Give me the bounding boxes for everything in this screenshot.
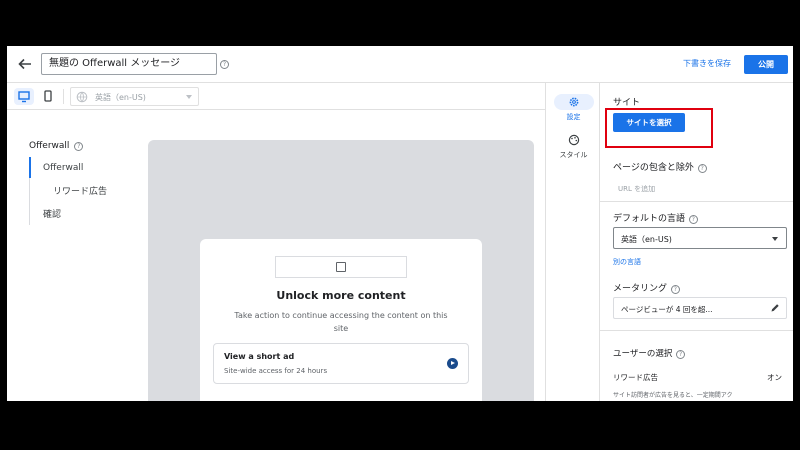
save-draft-button[interactable]: 下書きを保存 — [683, 58, 731, 69]
default-language-select[interactable]: 英語（en-US) — [613, 227, 787, 249]
card-description: Take action to continue accessing the co… — [234, 311, 448, 333]
gear-icon — [569, 97, 578, 107]
divider — [600, 330, 793, 331]
app-window: 無題の Offerwall メッセージ ? 下書きを保存 公開 英語（en-US… — [7, 46, 793, 401]
metering-title: メータリング ? — [613, 281, 680, 294]
help-icon[interactable]: ? — [670, 285, 680, 294]
user-choice-title: ユーザーの選択 ? — [613, 347, 686, 359]
preview-language-select[interactable]: 英語（en-US) — [70, 87, 199, 106]
nav-active-indicator — [29, 157, 31, 178]
other-language-link[interactable]: 別の言語 — [613, 257, 641, 267]
mobile-icon — [44, 90, 52, 102]
help-icon[interactable]: ? — [688, 215, 698, 224]
settings-rail: 設定 スタイル — [545, 83, 600, 401]
offerwall-card: Unlock more content Take action to conti… — [200, 239, 482, 401]
nav-title-label: Offerwall — [29, 141, 70, 151]
highlight-box — [605, 108, 713, 148]
page-include-label: ページの包含と除外 — [613, 163, 694, 173]
image-placeholder[interactable] — [275, 256, 407, 278]
rewarded-ads-status[interactable]: オン — [767, 372, 782, 383]
help-icon[interactable]: ? — [676, 350, 686, 359]
default-language-label: デフォルトの言語 — [613, 214, 686, 224]
settings-tab-pill — [553, 94, 594, 110]
toolbar-divider — [63, 89, 64, 104]
mobile-view-button[interactable] — [41, 88, 55, 105]
chevron-down-icon — [186, 95, 192, 99]
metering-label: メータリング — [613, 284, 668, 294]
default-language-value: 英語（en-US) — [621, 235, 672, 244]
style-tab-pill — [554, 132, 594, 148]
default-language-title: デフォルトの言語 ? — [613, 211, 698, 224]
desktop-view-button[interactable] — [14, 88, 34, 105]
image-icon — [336, 262, 346, 272]
metering-value: ページビューが 4 回を超... — [621, 305, 713, 314]
style-tab-label: スタイル — [559, 151, 588, 159]
card-title: Unlock more content — [276, 289, 406, 302]
nav-item-rewarded-ads[interactable]: リワード広告 — [53, 184, 107, 197]
preview-toolbar: 英語（en-US) — [7, 83, 545, 110]
message-title-input[interactable]: 無題の Offerwall メッセージ — [41, 53, 217, 75]
palette-icon — [568, 134, 579, 146]
tab-style[interactable]: スタイル — [551, 132, 596, 160]
play-icon — [447, 358, 458, 369]
help-icon[interactable]: ? — [220, 60, 229, 69]
rewarded-ads-description: サイト訪問者が広告を見ると、一定期間アク — [613, 392, 733, 399]
tab-settings[interactable]: 設定 — [551, 94, 596, 122]
globe-icon — [76, 91, 88, 103]
offerwall-preview: Unlock more content Take action to conti… — [148, 140, 534, 401]
view-ad-option[interactable]: View a short ad Site-wide access for 24 … — [213, 343, 469, 384]
preview-language-value: 英語（en-US) — [95, 93, 146, 102]
user-choice-label: ユーザーの選択 — [613, 349, 673, 359]
page-include-title: ページの包含と除外 ? — [613, 160, 707, 173]
chevron-down-icon — [772, 237, 778, 241]
metering-field[interactable]: ページビューが 4 回を超... — [613, 297, 787, 319]
rewarded-ads-label: リワード広告 — [613, 373, 658, 382]
back-arrow-icon[interactable] — [17, 56, 33, 72]
nav-item-offerwall[interactable]: Offerwall — [43, 163, 83, 173]
add-url-button[interactable]: URL を追加 — [618, 184, 655, 194]
option-title: View a short ad — [224, 352, 295, 361]
help-icon[interactable]: ? — [697, 164, 707, 173]
publish-button[interactable]: 公開 — [744, 55, 788, 74]
nav-title: Offerwall ? — [29, 141, 84, 151]
help-icon[interactable]: ? — [74, 142, 84, 151]
site-section-title: サイト — [613, 98, 641, 108]
divider — [600, 201, 793, 202]
top-bar: 無題の Offerwall メッセージ ? 下書きを保存 公開 — [7, 46, 793, 83]
settings-tab-label: 設定 — [566, 113, 581, 121]
nav-item-review[interactable]: 確認 — [43, 207, 61, 220]
edit-pencil-icon[interactable] — [770, 303, 780, 313]
option-subtitle: Site-wide access for 24 hours — [224, 367, 328, 375]
desktop-icon — [18, 91, 30, 103]
